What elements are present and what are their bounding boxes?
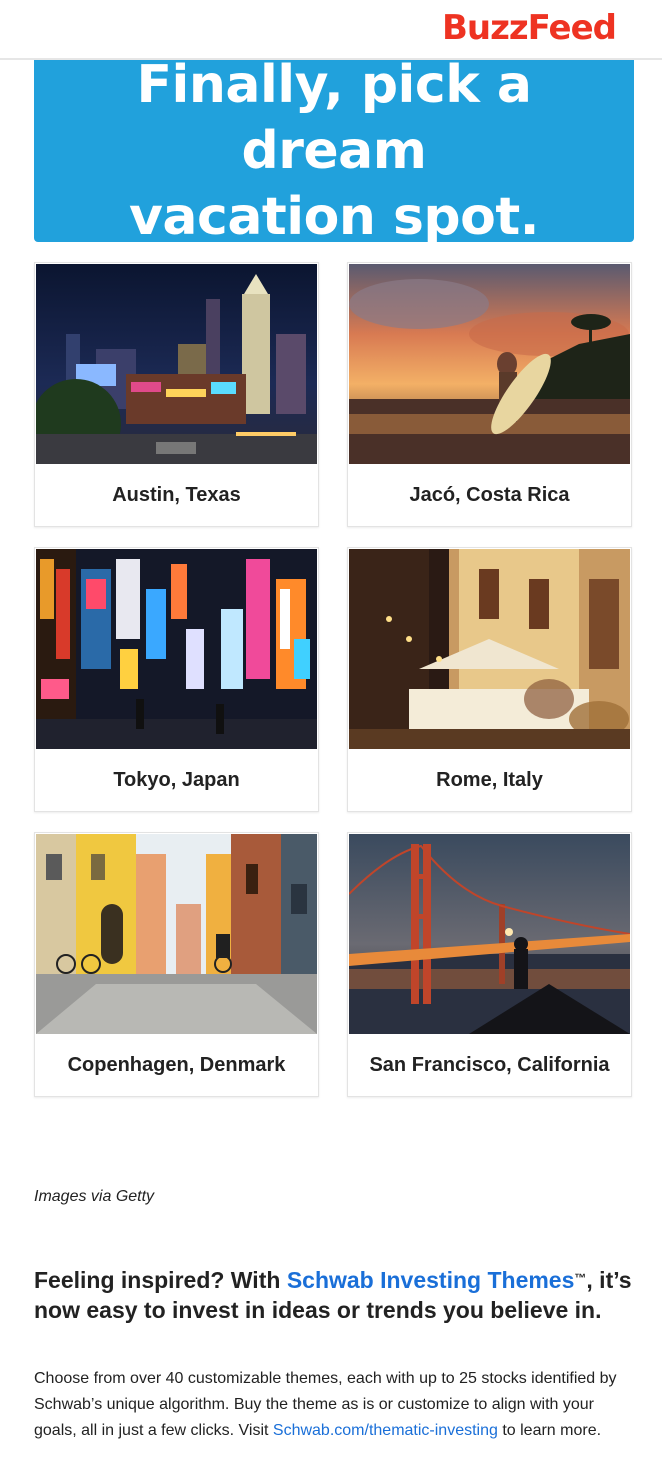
schwab-investing-themes-link[interactable]: Schwab Investing Themes <box>287 1267 575 1293</box>
answer-option-san-francisco[interactable]: San Francisco, California <box>347 832 632 1097</box>
copenhagen-photo <box>36 834 317 1034</box>
trademark: ™ <box>574 1271 587 1285</box>
answer-label: Rome, Italy <box>436 768 543 791</box>
headline-text: Feeling inspired? With <box>34 1267 287 1293</box>
answer-option-tokyo[interactable]: Tokyo, Japan <box>34 547 319 812</box>
answer-label: San Francisco, California <box>369 1053 610 1076</box>
sponsor-headline: Feeling inspired? With Schwab Investing … <box>34 1265 634 1325</box>
answer-option-copenhagen[interactable]: Copenhagen, Denmark <box>34 832 319 1097</box>
quiz-question-title: Finally, pick a dream vacation spot. <box>44 52 624 250</box>
title-line-2: vacation spot. <box>129 187 539 247</box>
austin-photo <box>36 264 317 464</box>
sponsor-body: Choose from over 40 customizable themes,… <box>34 1366 634 1444</box>
tokyo-photo <box>36 549 317 749</box>
title-line-1: Finally, pick a dream <box>136 55 532 181</box>
answer-label: Austin, Texas <box>112 483 241 506</box>
schwab-thematic-investing-link[interactable]: Schwab.com/thematic-investing <box>273 1422 498 1439</box>
image-credit: Images via Getty <box>34 1188 155 1205</box>
buzzfeed-logo[interactable]: BuzzFeed <box>442 8 617 48</box>
answer-option-jaco[interactable]: Jacó, Costa Rica <box>347 262 632 527</box>
answer-label: Copenhagen, Denmark <box>67 1053 286 1076</box>
jaco-photo <box>349 264 630 464</box>
quiz-question-banner: Finally, pick a dream vacation spot. <box>34 55 634 247</box>
top-bar: BuzzFeed <box>0 0 662 60</box>
san-francisco-photo <box>349 834 630 1034</box>
answer-option-austin[interactable]: Austin, Texas <box>34 262 319 527</box>
body-text-end: to learn more. <box>497 1422 602 1439</box>
rome-photo <box>349 549 630 749</box>
answer-label: Jacó, Costa Rica <box>409 483 570 506</box>
answer-option-rome[interactable]: Rome, Italy <box>347 547 632 812</box>
answer-label: Tokyo, Japan <box>113 768 240 791</box>
